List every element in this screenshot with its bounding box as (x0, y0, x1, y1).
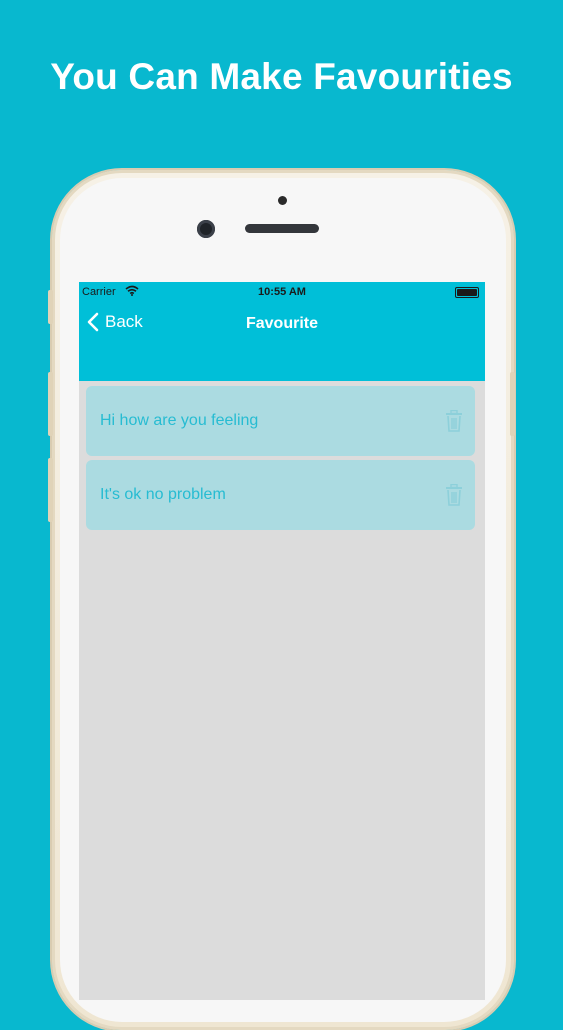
trash-icon[interactable] (445, 409, 463, 437)
power-button (510, 372, 515, 436)
status-bar: Carrier 10:55 AM (79, 282, 485, 302)
list-item[interactable]: It's ok no problem (86, 460, 475, 530)
status-time: 10:55 AM (258, 286, 306, 298)
front-camera (197, 220, 215, 238)
navigation-bar: Carrier 10:55 AM Back Favourite (79, 282, 485, 381)
sensor-dot (278, 196, 287, 205)
favourites-list: Hi how are you feeling It's ok no proble… (86, 386, 475, 534)
list-item[interactable]: Hi how are you feeling (86, 386, 475, 456)
favourite-text: Hi how are you feeling (100, 412, 259, 429)
app-screen: Carrier 10:55 AM Back Favourite Hi how a… (79, 282, 485, 1000)
favourite-text: It's ok no problem (100, 486, 226, 503)
page-title: Favourite (245, 315, 318, 332)
mute-switch (48, 290, 53, 324)
promo-headline: You Can Make Favourities (50, 56, 513, 97)
volume-up-button (48, 372, 53, 436)
battery-icon (455, 287, 479, 298)
trash-icon[interactable] (445, 483, 463, 511)
earpiece-speaker (245, 224, 319, 233)
volume-down-button (48, 458, 53, 522)
